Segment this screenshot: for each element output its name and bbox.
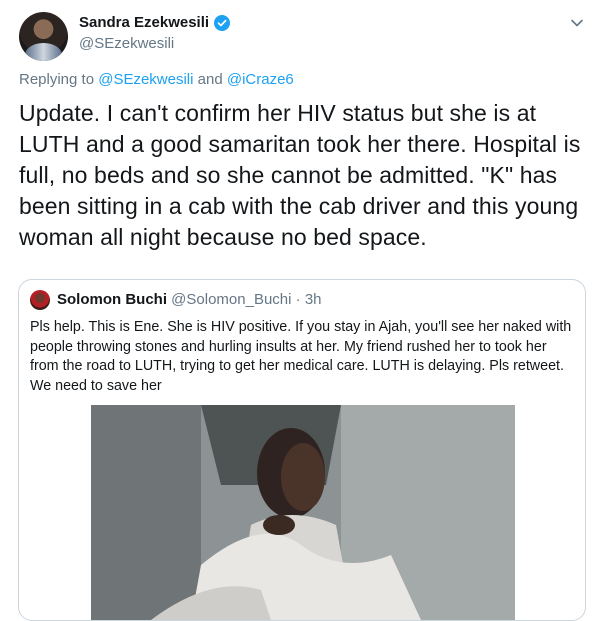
quoted-timestamp[interactable]: 3h <box>305 291 322 308</box>
photo-illustration <box>91 405 515 620</box>
avatar-figure <box>25 43 62 61</box>
quoted-text: Pls help. This is Ene. She is HIV positi… <box>30 319 572 394</box>
quoted-separator: · <box>295 291 301 308</box>
checkmark-icon <box>217 19 227 26</box>
reply-mention-link[interactable]: @iCraze6 <box>227 71 294 88</box>
quoted-header: Solomon Buchi @Solomon_Buchi · 3h <box>57 291 322 308</box>
replying-to-joiner: and <box>197 71 223 88</box>
replying-to-label: Replying to <box>19 71 95 88</box>
quoted-avatar[interactable] <box>30 290 50 310</box>
tweet-card: Sandra Ezekwesili @SEzekwesili Replying … <box>0 0 599 621</box>
tweet-text: Update. I can't confirm her HIV status b… <box>19 100 581 250</box>
author-display-name[interactable]: Sandra Ezekwesili <box>79 14 209 31</box>
replying-to: Replying to @SEzekwesili and @iCraze6 <box>19 71 294 88</box>
avatar[interactable] <box>19 12 68 61</box>
quoted-handle[interactable]: @Solomon_Buchi <box>171 291 291 308</box>
reply-mention-link[interactable]: @SEzekwesili <box>98 71 193 88</box>
author-handle[interactable]: @SEzekwesili <box>79 35 230 52</box>
verified-badge-icon <box>214 14 231 31</box>
quoted-media-photo[interactable] <box>91 405 515 620</box>
quoted-tweet[interactable]: Solomon Buchi @Solomon_Buchi · 3h Pls he… <box>18 279 586 621</box>
author-name-row: Sandra Ezekwesili <box>79 14 231 31</box>
chevron-down-icon[interactable] <box>570 16 584 30</box>
author-block: Sandra Ezekwesili @SEzekwesili <box>79 14 231 52</box>
quoted-display-name[interactable]: Solomon Buchi <box>57 291 167 308</box>
